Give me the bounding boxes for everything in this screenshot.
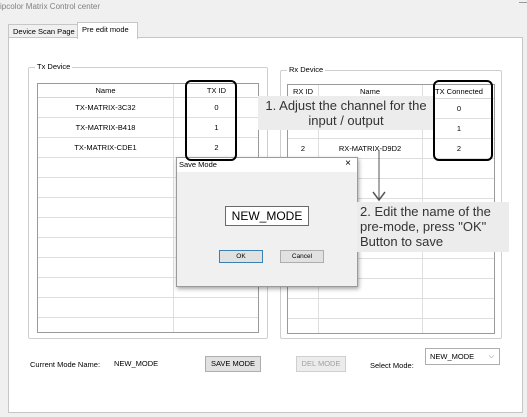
callout-step-2: 2. Edit the name of the pre-mode, press … xyxy=(357,202,509,252)
select-mode-value: NEW_MODE xyxy=(430,352,475,361)
dialog-title: Save Mode xyxy=(179,160,217,169)
save-mode-dialog: Save Mode × NEW_MODE OK Cancel xyxy=(176,157,358,287)
dialog-body: NEW_MODE OK Cancel xyxy=(177,172,357,286)
tab-device-scan-page[interactable]: Device Scan Page xyxy=(8,24,78,38)
chevron-down-icon: ⌵ xyxy=(488,353,494,360)
dialog-close-icon[interactable]: × xyxy=(345,158,351,170)
highlight-tx-id-column xyxy=(185,80,237,161)
tx-column-name[interactable]: Name xyxy=(38,84,173,98)
tab-pre-edit-mode[interactable]: Pre edit mode xyxy=(77,22,138,39)
cancel-button[interactable]: Cancel xyxy=(280,250,324,263)
select-mode-dropdown[interactable]: NEW_MODE ⌵ xyxy=(425,348,500,365)
tx-name-cell: TX-MATRIX-B418 xyxy=(75,123,136,132)
rx-id-cell: 2 xyxy=(300,144,306,153)
window-title: ipcolor Matrix Control center xyxy=(0,2,101,11)
tx-name-cell: TX-MATRIX-3C32 xyxy=(75,103,136,112)
tx-device-group-label: Tx Device xyxy=(35,62,73,71)
column-divider xyxy=(173,84,174,332)
highlight-tx-connected-column xyxy=(433,80,493,161)
rx-device-group-label: Rx Device xyxy=(287,65,326,74)
select-mode-label: Select Mode: xyxy=(370,361,414,370)
ok-button[interactable]: OK xyxy=(219,250,263,263)
mode-name-input[interactable]: NEW_MODE xyxy=(225,206,309,226)
tx-name-cell: TX-MATRIX-CDE1 xyxy=(74,143,137,152)
current-mode-value: NEW_MODE xyxy=(114,359,159,368)
rx-name-cell: RX-MATRIX-D9D2 xyxy=(338,144,402,153)
callout-step-1: 1. Adjust the channel for the input / ou… xyxy=(258,96,434,130)
table-row xyxy=(38,298,258,318)
window-close-icon[interactable] xyxy=(519,2,527,10)
del-mode-button[interactable]: DEL MODE xyxy=(296,356,346,372)
current-mode-label: Current Mode Name: xyxy=(30,360,101,369)
save-mode-button[interactable]: SAVE MODE xyxy=(205,356,261,372)
